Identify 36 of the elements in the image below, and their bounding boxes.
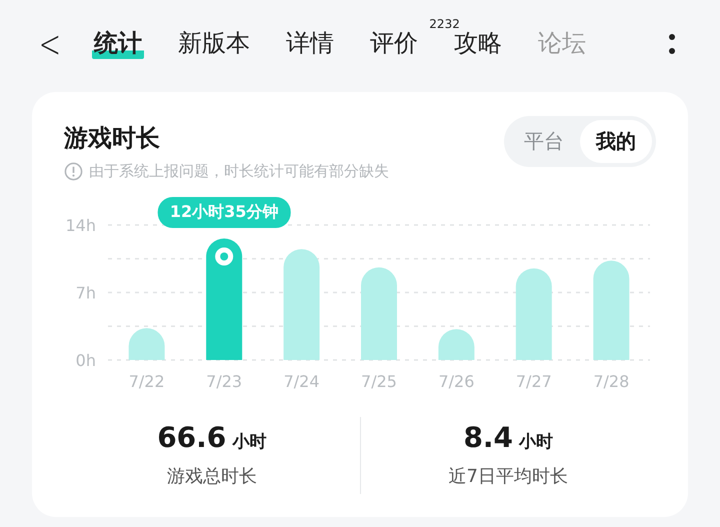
segment-option[interactable]: 我的 (580, 120, 652, 163)
bar[interactable] (593, 260, 630, 360)
bar[interactable] (284, 249, 320, 360)
stat-label: 游戏总时长 (166, 465, 257, 488)
stat-value: 66.6 (157, 421, 226, 454)
x-axis-label: 7/24 (284, 372, 320, 391)
x-axis-label: 7/27 (516, 372, 552, 391)
stat-label: 近7日平均时长 (448, 465, 568, 488)
y-axis-label: 7h (76, 284, 96, 302)
tab[interactable]: 统计 (92, 28, 144, 60)
review-count: 2232 (429, 16, 460, 31)
bar[interactable] (516, 268, 552, 360)
back-button[interactable]: < (38, 25, 62, 63)
info-icon (64, 162, 83, 181)
stat-unit: 小时 (519, 431, 554, 453)
tab[interactable]: 详情 (284, 28, 336, 60)
tab[interactable]: 攻略 (452, 28, 504, 60)
bar[interactable] (438, 329, 474, 360)
value-tooltip: 12小时35分钟 (158, 197, 290, 228)
x-axis-label: 7/26 (438, 372, 474, 391)
selected-point-icon (215, 248, 234, 266)
x-axis-label: 7/25 (361, 372, 397, 391)
tab[interactable]: 新版本 (176, 28, 252, 60)
stat-value: 8.4 (463, 421, 514, 454)
bar[interactable] (206, 238, 242, 360)
more-icon[interactable] (668, 32, 676, 56)
x-axis-label: 7/28 (593, 372, 630, 391)
bar[interactable] (128, 328, 165, 360)
x-axis-label: 7/23 (206, 372, 242, 391)
notice-text: 由于系统上报问题，时长统计可能有部分缺失 (89, 162, 389, 181)
x-axis-label: 7/22 (128, 372, 165, 391)
y-axis-label: 0h (76, 351, 96, 370)
bar[interactable] (361, 267, 397, 360)
y-axis-label: 14h (66, 216, 96, 235)
stat-unit: 小时 (232, 431, 266, 453)
card-title: 游戏时长 (64, 123, 161, 154)
